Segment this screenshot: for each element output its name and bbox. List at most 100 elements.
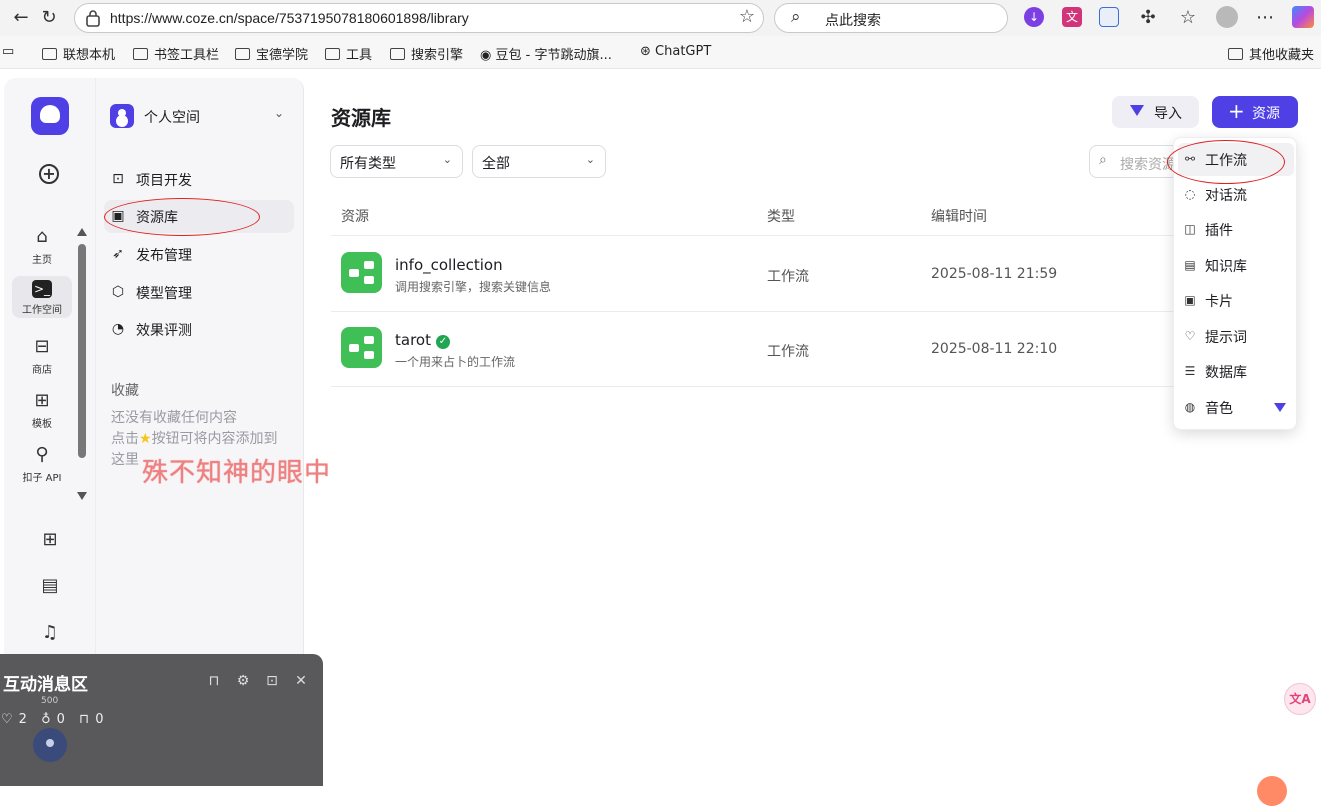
bookmark-link[interactable]: ◉ 豆包 - 字节跳动旗... [480,44,612,63]
download-extension-icon[interactable]: ↓ [1024,7,1044,27]
rail-item-store[interactable]: ⊟ 商店 [12,336,72,376]
menu-item-publish[interactable]: ➶ 发布管理 [104,238,294,271]
chevron-down-icon: ⌄ [273,106,284,120]
favorite-star-icon[interactable]: ☆ [739,6,755,27]
browser-search-placeholder: 点此搜索 [825,13,881,29]
url-text: https://www.coze.cn/space/75371950781806… [110,10,469,26]
rail-scrollbar[interactable] [77,228,87,500]
chatgpt-icon: ⊛ [640,44,656,59]
extensions-icon[interactable]: ✣ [1137,7,1159,29]
scroll-down-arrow-icon[interactable] [77,492,87,500]
bookmark-folder[interactable]: 宝德学院 [235,44,308,63]
scope-filter-select[interactable]: 全部 ⌄ [472,145,606,178]
lock-icon [86,10,100,27]
coze-logo[interactable] [31,97,69,135]
folder-icon [42,48,57,60]
settings-gear-icon[interactable]: ⚙ [234,672,252,690]
menu-item-project[interactable]: ⊡ 项目开发 [104,163,294,196]
favorites-title: 收藏 [111,383,139,399]
translate-extension-icon[interactable]: 文 [1062,7,1082,27]
bookmark-folder[interactable]: 联想本机 [42,44,115,63]
bookmark-folder[interactable]: 书签工具栏 [133,44,219,63]
workflow-icon [341,327,382,368]
scroll-thumb[interactable] [78,244,86,458]
gauge-icon: ◔ [111,321,125,337]
favorites-icon[interactable]: ☆ [1177,7,1199,29]
count-label: 500 [41,696,59,706]
notification-bell-icon[interactable]: ♫ [40,623,60,643]
apps-grid-icon[interactable]: ⊞ [40,530,60,550]
reading-list-icon[interactable]: ▭ [2,44,14,59]
library-main: 资源库 导入 + 资源 所有类型 ⌄ 全部 ⌄ ⌕ 搜索资源 资源 类型 编辑时… [305,78,1321,786]
refresh-icon[interactable]: ↻ [38,7,60,29]
translate-float-button[interactable]: 文A [1284,683,1316,715]
back-icon[interactable]: ← [10,7,32,29]
user-avatar[interactable] [33,728,67,762]
home-icon: ⌂ [36,226,48,247]
dropdown-item-prompt[interactable]: ♡ 提示词 [1178,320,1294,353]
dropdown-item-knowledge[interactable]: ▤ 知识库 [1178,249,1294,282]
resource-name: info_collection [395,256,503,274]
folder-icon [235,48,250,60]
type-filter-select[interactable]: 所有类型 ⌄ [330,145,463,178]
document-extension-icon[interactable] [1099,7,1119,27]
star-icon: ★ [139,431,152,447]
import-button[interactable]: 导入 [1112,96,1199,128]
dropdown-item-voice[interactable]: ◍ 音色 [1178,391,1294,424]
chevron-down-icon: ⌄ [442,153,452,166]
browser-toolbar: ← ↻ https://www.coze.cn/space/7537195078… [0,0,1321,36]
add-resource-button[interactable]: + 资源 [1212,96,1298,128]
gift-icon: ⊓ [79,712,90,727]
unlock-icon[interactable]: ⊓ [205,672,223,690]
plugin-icon: ◫ [1184,222,1196,236]
menu-item-model[interactable]: ⬡ 模型管理 [104,276,294,309]
dropdown-item-plugin[interactable]: ◫ 插件 [1178,213,1294,246]
divider [331,386,1211,387]
rail-item-template[interactable]: ⊞ 模板 [12,390,72,430]
bookmark-link[interactable]: ⊛ ChatGPT [640,44,711,59]
bookmark-folder[interactable]: 工具 [325,44,372,63]
rail-item-workspace[interactable]: >_ 工作空间 [12,276,72,318]
card-icon: ▣ [1184,293,1196,307]
rail-item-home[interactable]: ⌂ 主页 [12,226,72,266]
resource-description: 一个用来占卜的工作流 [395,355,516,369]
annotation-ellipse-library [104,198,260,236]
browser-search[interactable]: ⌕ 点此搜索 [774,3,1008,33]
page-title: 资源库 [331,106,391,130]
interaction-message-panel: 互动消息区 ⊓ ⚙ ⊡ ✕ 500 ♡ 2 ♁ 0 ⊓ 0 [0,654,323,786]
address-bar[interactable]: https://www.coze.cn/space/75371950781806… [74,3,764,33]
voice-icon: ◍ [1184,400,1196,414]
embed-icon[interactable]: ⊡ [263,672,281,690]
space-selector[interactable]: 个人空间 ⌄ [110,104,294,130]
resource-type: 工作流 [767,269,809,285]
knowledge-icon: ▤ [1184,258,1196,272]
chatflow-icon: ◌ [1184,187,1196,201]
profile-avatar[interactable] [1216,6,1238,28]
space-name: 个人空间 [144,110,200,126]
resource-name: tarot ✓ [395,331,450,349]
copilot-icon[interactable] [1292,6,1314,28]
more-menu-icon[interactable]: ⋯ [1254,7,1276,29]
rail-item-api[interactable]: ⚲ 扣子 API [12,444,72,484]
store-icon: ⊟ [34,336,50,357]
close-icon[interactable]: ✕ [292,672,310,690]
menu-item-evaluation[interactable]: ◔ 效果评测 [104,313,294,346]
model-icon: ⬡ [111,284,125,300]
floating-action-button[interactable] [1257,776,1287,806]
bookmark-folder[interactable]: 其他收藏夹 [1228,44,1314,63]
template-icon: ⊞ [34,390,50,411]
bookmark-folder[interactable]: 搜索引擎 [390,44,463,63]
column-header-resource: 资源 [341,209,369,225]
dropdown-item-card[interactable]: ▣ 卡片 [1178,284,1294,317]
chevron-down-icon: ⌄ [585,153,595,166]
scroll-up-arrow-icon[interactable] [77,228,87,236]
create-plus-icon[interactable]: + [39,164,59,184]
search-icon: ⌕ [1099,152,1107,168]
docs-icon[interactable]: ▤ [40,576,60,596]
users-icon: ♁ [41,712,51,727]
premium-gem-icon [1274,403,1286,412]
bookmarks-bar: ▭ 联想本机 书签工具栏 宝德学院 工具 搜索引擎 ◉ 豆包 - 字节跳动旗..… [0,36,1321,69]
dropdown-item-database[interactable]: ☰ 数据库 [1178,355,1294,388]
project-icon: ⊡ [112,171,124,187]
resource-type: 工作流 [767,344,809,360]
